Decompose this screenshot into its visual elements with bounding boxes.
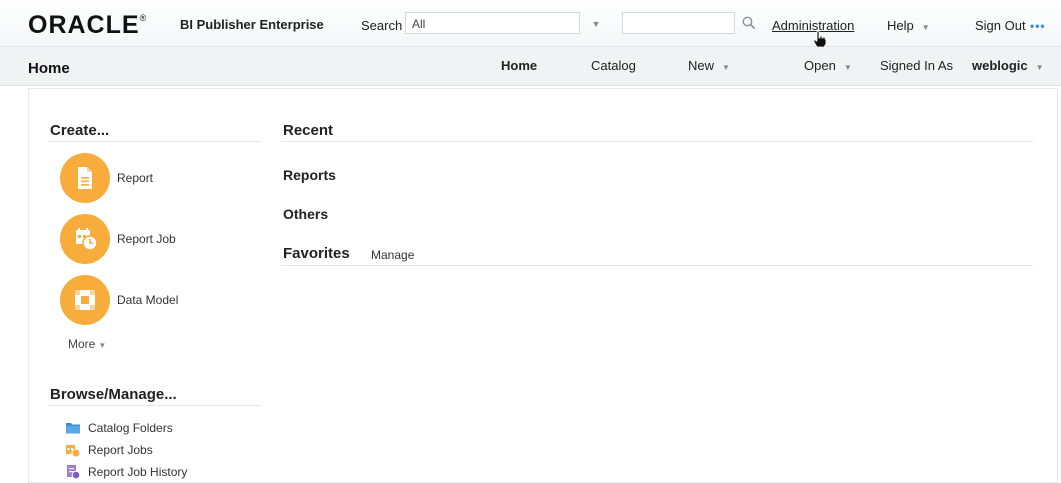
create-section-title: Create... <box>50 122 110 139</box>
signed-in-label: Signed In As <box>880 58 953 73</box>
more-create-menu[interactable]: More ▼ <box>68 337 106 351</box>
nav-home[interactable]: Home <box>501 58 537 73</box>
user-menu[interactable]: weblogic ▼ <box>972 58 1044 73</box>
create-item-label: Report Job <box>117 232 176 246</box>
nav-new[interactable]: New ▼ <box>688 58 730 73</box>
more-options-icon[interactable]: ••• <box>1030 19 1046 33</box>
manage-favorites-link[interactable]: Manage <box>371 248 414 262</box>
recent-divider <box>281 141 1033 142</box>
browse-item-label: Catalog Folders <box>88 421 173 435</box>
recent-section-title: Recent <box>283 122 334 139</box>
hand-cursor-icon <box>813 30 827 48</box>
search-label: Search <box>361 18 403 33</box>
job-history-icon <box>67 465 80 479</box>
chevron-down-icon: ▼ <box>722 63 730 72</box>
nav-open[interactable]: Open ▼ <box>804 58 852 73</box>
folder-icon <box>66 423 80 434</box>
create-data-model-button[interactable]: Data Model <box>60 275 260 325</box>
chevron-down-icon: ▼ <box>921 23 930 32</box>
browse-item-label: Report Jobs <box>88 443 153 457</box>
report-icon <box>60 153 110 203</box>
global-header: ORACLE® BI Publisher Enterprise Search A… <box>0 0 1061 48</box>
chevron-down-icon: ▼ <box>1035 63 1044 72</box>
chevron-down-icon: ▼ <box>98 341 107 350</box>
page-navbar: Home Home Catalog New ▼ Open ▼ Signed In A… <box>0 47 1061 86</box>
create-item-label: Report <box>117 171 154 185</box>
browse-section-title: Browse/Manage... <box>50 386 177 403</box>
report-job-icon <box>60 214 110 264</box>
product-name: BI Publisher Enterprise <box>180 17 324 32</box>
browse-item-label: Report Job History <box>88 465 188 479</box>
create-divider <box>48 141 260 142</box>
chevron-down-icon[interactable]: ▼ <box>588 16 604 32</box>
report-jobs-icon <box>66 445 80 457</box>
create-report-job-button[interactable]: Report Job <box>60 214 260 264</box>
help-menu[interactable]: Help ▼ <box>887 18 930 33</box>
search-icon[interactable] <box>741 15 757 31</box>
sign-out-link[interactable]: Sign Out <box>975 18 1026 33</box>
recent-reports-heading: Reports <box>283 167 336 183</box>
oracle-logo: ORACLE® <box>28 11 148 39</box>
search-input[interactable] <box>622 12 735 34</box>
page-title: Home <box>28 60 70 77</box>
search-scope-select[interactable]: All <box>405 12 580 34</box>
create-report-button[interactable]: Report <box>60 153 260 203</box>
browse-divider <box>48 405 260 406</box>
create-item-label: Data Model <box>117 293 179 307</box>
recent-others-heading: Others <box>283 206 329 222</box>
data-model-icon <box>60 275 110 325</box>
chevron-down-icon: ▼ <box>843 63 852 72</box>
nav-catalog[interactable]: Catalog <box>591 58 636 73</box>
favorites-title: Favorites <box>283 245 350 262</box>
favorites-divider <box>281 265 1033 266</box>
